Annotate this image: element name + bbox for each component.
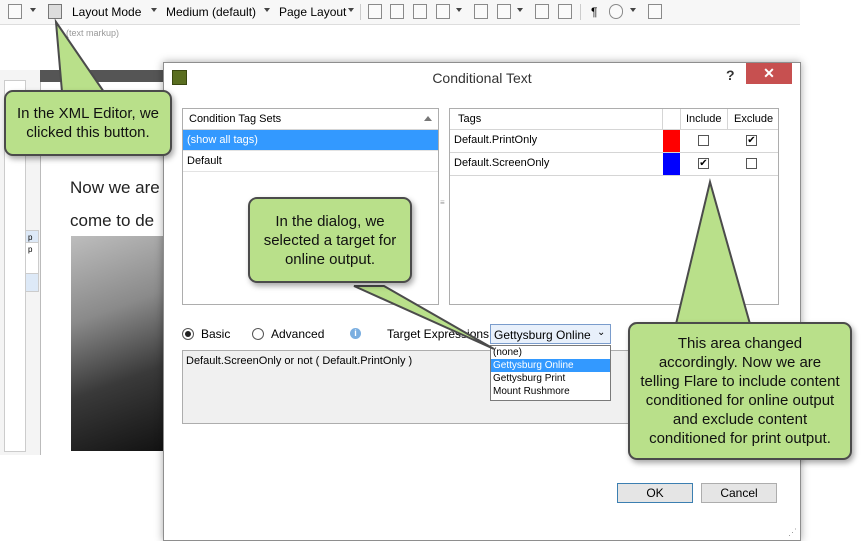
callout-xml-editor: In the XML Editor, we clicked this butto… [4, 90, 172, 156]
structure-bar-p2[interactable]: p [25, 242, 39, 274]
strip-label: p [28, 233, 33, 242]
exclude-column-header[interactable]: Exclude [734, 109, 773, 129]
exclude-checkbox[interactable] [746, 158, 757, 169]
cancel-button[interactable]: Cancel [701, 483, 777, 503]
tag-row[interactable]: Default.PrintOnly ✔ [450, 130, 778, 153]
markers-icon[interactable] [436, 4, 450, 19]
resize-grip-icon[interactable]: ⋰ [788, 527, 797, 538]
chevron-down-icon[interactable] [630, 8, 636, 12]
callout-area-text: This area changed accordingly. Now we ar… [640, 335, 840, 447]
structure-icon[interactable] [558, 4, 572, 19]
condition-tag-sets-header-label: Condition Tag Sets [189, 113, 282, 125]
basic-radio[interactable] [182, 328, 194, 340]
pilcrow-icon[interactable]: ¶ [591, 5, 597, 19]
document-icon[interactable] [8, 4, 22, 19]
editor-text-line1: Now we are [70, 178, 160, 197]
callout-xml-editor-text: In the XML Editor, we clicked this butto… [16, 105, 160, 141]
dialog-title: Conditional Text [432, 70, 532, 86]
track-changes-icon[interactable] [535, 4, 549, 19]
target-option[interactable]: (none) [491, 346, 610, 359]
target-option[interactable]: Mount Rushmore [491, 385, 610, 398]
conditions-icon[interactable] [48, 4, 62, 19]
layout-mode-button[interactable]: Layout Mode [72, 5, 141, 19]
include-checkbox[interactable]: ✔ [698, 158, 709, 169]
tag-row[interactable]: Default.ScreenOnly ✔ [450, 153, 778, 176]
callout-dialog-text: In the dialog, we selected a target for … [263, 212, 397, 268]
chevron-down-icon[interactable] [517, 8, 523, 12]
target-option-selected[interactable]: Gettysburg Online [491, 359, 610, 372]
chevron-down-icon[interactable] [348, 8, 354, 12]
variable-icon[interactable] [474, 4, 488, 19]
chevron-down-icon[interactable] [264, 8, 270, 12]
ok-button[interactable]: OK [617, 483, 693, 503]
chevron-down-icon[interactable] [30, 8, 36, 12]
tag-color-swatch [663, 153, 680, 175]
include-column-header[interactable]: Include [686, 109, 721, 129]
exclude-checkbox[interactable]: ✔ [746, 135, 757, 146]
target-expressions-select[interactable]: Gettysburg Online ⌄ [490, 324, 611, 344]
chevron-down-icon: ⌄ [597, 327, 606, 338]
strip-label: p [28, 245, 33, 254]
splitter-handle[interactable]: ≡ [440, 198, 445, 207]
condition-tag-sets-header[interactable]: Condition Tag Sets [183, 109, 438, 130]
show-tags-icon[interactable] [368, 4, 382, 19]
tag-color-swatch [663, 130, 680, 152]
info-icon[interactable]: i [350, 328, 361, 339]
help-button[interactable]: ? [726, 67, 735, 83]
toolbar-divider [580, 4, 581, 20]
column-divider [680, 109, 681, 129]
advanced-label[interactable]: Advanced [271, 327, 324, 341]
tag-set-item[interactable]: Default [183, 151, 438, 172]
callout-dialog: In the dialog, we selected a target for … [248, 197, 412, 283]
text-format-icon[interactable] [497, 4, 511, 19]
column-divider [727, 109, 728, 129]
show-frames-icon[interactable] [413, 4, 427, 19]
dialog-title-bar[interactable]: Conditional Text ? ✕ [164, 63, 800, 91]
editor-text-line2: come to de [70, 211, 155, 230]
basic-label[interactable]: Basic [201, 327, 230, 341]
goto-icon[interactable] [648, 4, 662, 19]
toolbar-divider [360, 4, 361, 20]
medium-dropdown[interactable]: Medium (default) [166, 5, 256, 19]
xml-editor-toolbar: Layout Mode Medium (default) Page Layout… [0, 0, 800, 25]
target-option[interactable]: Gettysburg Print [491, 372, 610, 385]
column-divider [662, 109, 663, 129]
expression-text: Default.ScreenOnly or not ( Default.Prin… [186, 355, 413, 367]
sort-arrow-icon [424, 116, 432, 121]
tag-name: Default.PrintOnly [454, 134, 538, 146]
chevron-down-icon[interactable] [151, 8, 157, 12]
include-checkbox[interactable] [698, 135, 709, 146]
tags-header: Tags Include Exclude [450, 109, 778, 130]
tags-panel: Tags Include Exclude Default.PrintOnly ✔… [449, 108, 779, 305]
target-expressions-label: Target Expressions: [387, 327, 493, 341]
target-select-value: Gettysburg Online [494, 328, 591, 342]
tag-name: Default.ScreenOnly [454, 157, 550, 169]
chevron-down-icon[interactable] [456, 8, 462, 12]
target-options-list: (none) Gettysburg Online Gettysburg Prin… [490, 345, 611, 401]
callout-area: This area changed accordingly. Now we ar… [628, 322, 852, 460]
tags-column-header[interactable]: Tags [458, 109, 481, 129]
advanced-radio[interactable] [252, 328, 264, 340]
tag-set-item[interactable]: (show all tags) [183, 130, 438, 151]
preview-icon[interactable] [609, 4, 623, 19]
close-button[interactable]: ✕ [746, 63, 792, 84]
portrait-image [71, 236, 171, 451]
text-markup-hint: (text markup) [66, 28, 120, 38]
editor-dark-bar [40, 70, 170, 82]
page-layout-dropdown[interactable]: Page Layout [279, 5, 346, 19]
show-changes-icon[interactable] [390, 4, 404, 19]
conditional-text-dialog: Conditional Text ? ✕ Condition Tag Sets … [163, 62, 801, 541]
